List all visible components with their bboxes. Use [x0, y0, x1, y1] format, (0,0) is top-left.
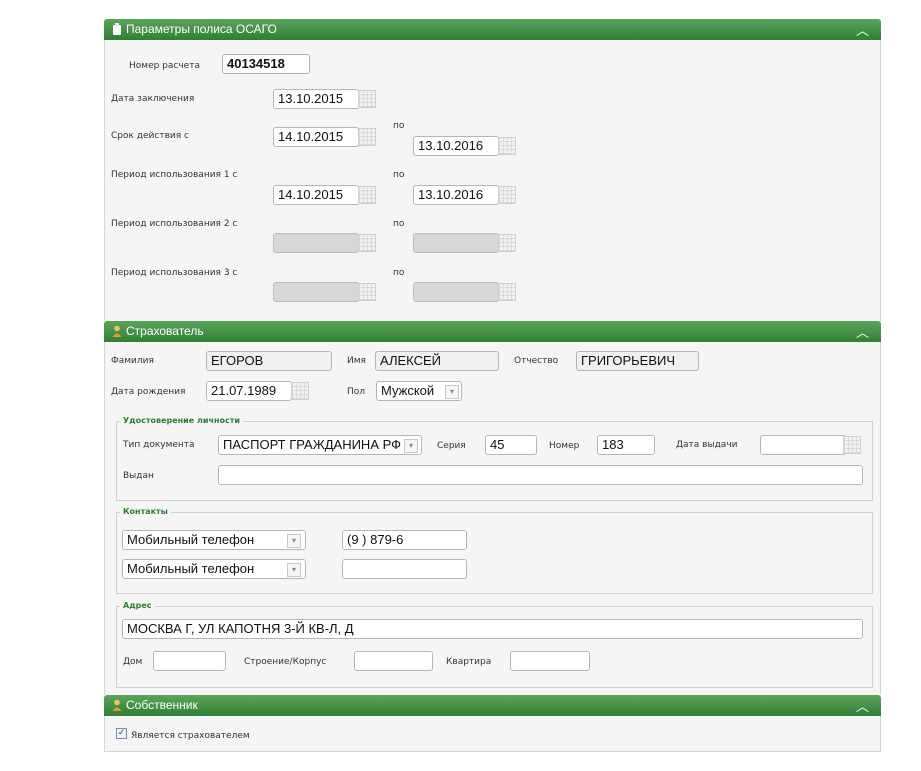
- contact-type-select-2[interactable]: Мобильный телефон: [122, 559, 306, 579]
- issue-date-label: Дата выдачи: [676, 440, 738, 450]
- calendar-icon: [358, 234, 376, 252]
- birth-date-label: Дата рождения: [111, 387, 186, 397]
- chevron-down-icon[interactable]: ▾: [287, 534, 301, 548]
- chevron-down-icon[interactable]: ▾: [404, 439, 418, 453]
- issued-by-label: Выдан: [123, 471, 154, 481]
- policy-section-header[interactable]: Параметры полиса ОСАГО ︿: [104, 19, 881, 40]
- contacts-fieldset: [116, 512, 873, 594]
- doc-type-select[interactable]: ПАСПОРТ ГРАЖДАНИНА РФ: [218, 435, 422, 455]
- calendar-icon[interactable]: [358, 128, 376, 146]
- person-icon: [112, 325, 122, 337]
- conclusion-date-label: Дата заключения: [111, 94, 195, 104]
- redaction: [423, 622, 453, 636]
- validity-from-label: Срок действия с: [111, 131, 189, 141]
- calendar-icon[interactable]: [498, 186, 516, 204]
- insurer-section-title: Страхователь: [126, 324, 204, 338]
- policy-section-title: Параметры полиса ОСАГО: [126, 22, 277, 36]
- redaction: [345, 562, 463, 576]
- calendar-icon[interactable]: [358, 90, 376, 108]
- policy-section-body: [104, 40, 881, 321]
- issue-date-field[interactable]: [760, 435, 846, 455]
- redaction: [226, 469, 754, 481]
- conclusion-date-field[interactable]: 13.10.2015: [273, 89, 359, 109]
- apartment-label: Квартира: [446, 657, 492, 667]
- insurer-section-header[interactable]: Страхователь ︿: [104, 321, 881, 342]
- house-label: Дом: [123, 657, 143, 667]
- period2-to-label: по: [393, 219, 405, 229]
- series-field[interactable]: 45: [485, 435, 537, 455]
- period1-to-field[interactable]: 13.10.2016: [413, 185, 499, 205]
- calendar-icon: [498, 234, 516, 252]
- calc-number-label: Номер расчета: [129, 61, 200, 71]
- number-field[interactable]: 183: [597, 435, 655, 455]
- period3-from-field: [273, 282, 359, 302]
- doc-type-label: Тип документа: [123, 440, 195, 450]
- surname-label: Фамилия: [111, 356, 154, 366]
- sex-label: Пол: [347, 387, 366, 397]
- building-field[interactable]: [354, 651, 433, 671]
- address-legend: Адрес: [120, 601, 155, 610]
- id-doc-fieldset: [116, 421, 873, 501]
- chevron-up-icon[interactable]: ︿: [856, 20, 869, 39]
- number-label: Номер: [549, 441, 580, 451]
- building-label: Строение/Корпус: [244, 657, 327, 667]
- chevron-up-icon[interactable]: ︿: [856, 696, 869, 715]
- redaction: [442, 534, 464, 546]
- series-label: Серия: [437, 441, 466, 451]
- id-doc-legend: Удостоверение личности: [120, 416, 243, 425]
- validity-to-field[interactable]: 13.10.2016: [413, 136, 499, 156]
- chevron-down-icon[interactable]: ▾: [287, 563, 301, 577]
- calendar-icon[interactable]: [498, 137, 516, 155]
- birth-date-field[interactable]: 21.07.1989: [206, 381, 292, 401]
- calendar-icon[interactable]: [358, 186, 376, 204]
- is-insurer-label: Является страхователем: [131, 731, 250, 741]
- period3-to-label: по: [393, 268, 405, 278]
- validity-to-label: по: [393, 121, 405, 131]
- patronymic-field[interactable]: ГРИГОРЬЕВИЧ: [576, 351, 699, 371]
- patronymic-label: Отчество: [514, 356, 559, 366]
- name-label: Имя: [347, 356, 366, 366]
- calc-number-field[interactable]: 40134518: [222, 54, 310, 74]
- calendar-icon: [358, 283, 376, 301]
- chevron-up-icon[interactable]: ︿: [856, 322, 869, 341]
- is-insurer-checkbox[interactable]: ✓: [116, 728, 127, 739]
- validity-from-field[interactable]: 14.10.2015: [273, 127, 359, 147]
- surname-field[interactable]: ЕГОРОВ: [206, 351, 332, 371]
- redaction: [158, 654, 196, 668]
- redaction: [358, 622, 395, 636]
- period1-to-label: по: [393, 170, 405, 180]
- period3-label: Период использования 3 с: [111, 268, 238, 278]
- clipboard-icon: [113, 23, 121, 35]
- period3-to-field: [413, 282, 499, 302]
- period1-from-field[interactable]: 14.10.2015: [273, 185, 359, 205]
- owner-section-header[interactable]: Собственник ︿: [104, 695, 881, 716]
- contact-type-select-1[interactable]: Мобильный телефон: [122, 530, 306, 550]
- address-field[interactable]: МОСКВА Г, УЛ КАПОТНЯ 3-Й КВ-Л, Д , КВ: [122, 619, 863, 639]
- calendar-icon[interactable]: [843, 436, 861, 454]
- period1-label: Период использования 1 с: [111, 170, 238, 180]
- name-field[interactable]: АЛЕКСЕЙ: [375, 351, 499, 371]
- period2-label: Период использования 2 с: [111, 219, 238, 229]
- person-icon: [112, 699, 122, 711]
- period2-to-field: [413, 233, 499, 253]
- redaction: [515, 654, 533, 668]
- owner-section-title: Собственник: [126, 698, 198, 712]
- calendar-icon[interactable]: [291, 382, 309, 400]
- period2-from-field: [273, 233, 359, 253]
- chevron-down-icon[interactable]: ▾: [445, 385, 459, 399]
- calendar-icon: [498, 283, 516, 301]
- contacts-legend: Контакты: [120, 507, 171, 516]
